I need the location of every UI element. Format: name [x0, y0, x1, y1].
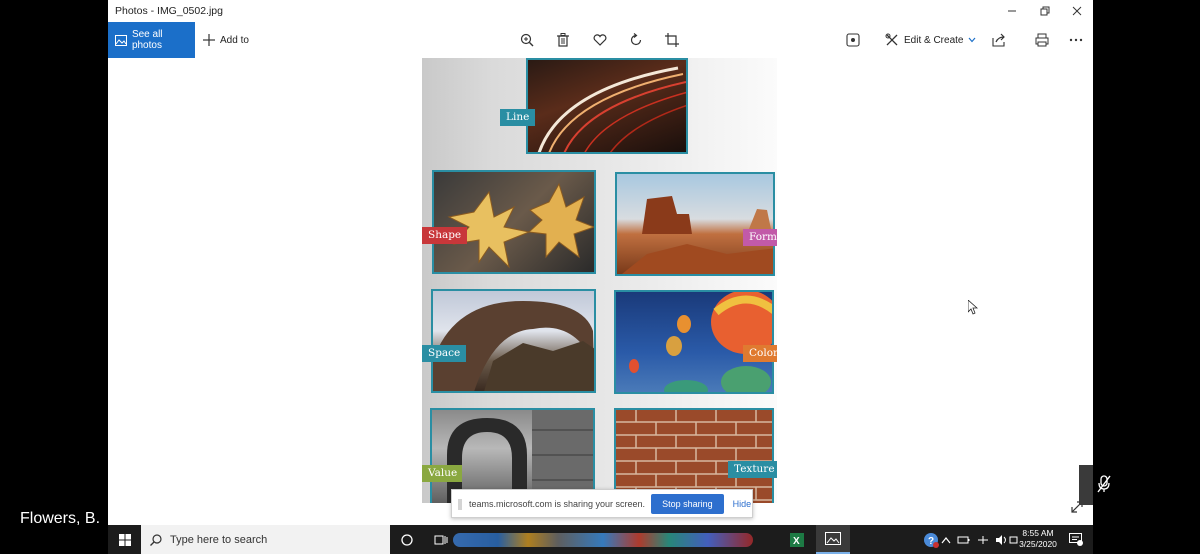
line-tag: Line [500, 109, 536, 126]
printer-icon [1035, 33, 1049, 47]
tray-icons [941, 534, 1018, 545]
taskbar: Type here to search X ? 8:55 AM 3/25/202… [108, 525, 1093, 554]
pinned-apps[interactable] [453, 533, 753, 547]
add-to-button[interactable]: Add to [203, 22, 249, 58]
edit-icon [885, 33, 898, 46]
mic-muted-button[interactable] [1092, 470, 1116, 498]
favorite-button[interactable] [591, 31, 609, 49]
taskbar-search-box[interactable]: Type here to search [141, 525, 390, 554]
more-options-button[interactable] [1067, 31, 1085, 49]
photos-app-icon [825, 532, 841, 545]
stone-arch-illustration [433, 301, 594, 391]
space-image [431, 289, 596, 393]
task-view-icon [434, 535, 448, 544]
enhance-button[interactable] [844, 31, 862, 49]
crop-button[interactable] [663, 31, 681, 49]
restore-button[interactable] [1028, 0, 1062, 22]
photos-app-window: Photos - IMG_0502.jpg See all photos Add… [108, 0, 1093, 525]
cortana-icon [401, 533, 413, 546]
title-bar: Photos - IMG_0502.jpg [108, 0, 1093, 22]
mouse-cursor-icon [968, 300, 978, 315]
print-button[interactable] [1033, 31, 1051, 49]
zoom-button[interactable] [518, 31, 536, 49]
edit-create-button[interactable]: Edit & Create [885, 22, 976, 58]
shape-image [432, 170, 596, 274]
trash-icon [557, 33, 569, 47]
notification-icon [1069, 533, 1083, 546]
screen-sharing-bar: teams.microsoft.com is sharing your scre… [451, 489, 753, 518]
shape-tag: Shape [422, 227, 468, 244]
share-button[interactable] [990, 31, 1008, 49]
photos-taskbar-button[interactable] [816, 525, 850, 554]
leaves-illustration [447, 182, 594, 269]
start-button[interactable] [108, 525, 142, 554]
value-tag: Value [422, 465, 462, 482]
more-icon [1069, 38, 1083, 42]
color-tag: Color [743, 345, 777, 362]
close-button[interactable] [1060, 0, 1093, 22]
edit-create-label: Edit & Create [904, 34, 964, 46]
texture-tag: Texture [728, 461, 777, 478]
delete-button[interactable] [554, 31, 572, 49]
chevron-down-icon [969, 37, 976, 43]
restore-icon [1040, 6, 1050, 16]
photo-icon [115, 34, 127, 46]
add-to-label: Add to [220, 34, 249, 46]
enhance-icon [846, 33, 860, 47]
drag-handle-icon[interactable] [458, 499, 462, 510]
see-all-photos-button[interactable]: See all photos [108, 22, 195, 58]
sharing-message: teams.microsoft.com is sharing your scre… [469, 498, 646, 509]
crop-icon [665, 33, 679, 47]
hide-button[interactable]: Hide [733, 499, 752, 509]
search-placeholder: Type here to search [170, 533, 268, 546]
rotate-icon [630, 33, 642, 46]
color-image [614, 290, 774, 394]
stop-sharing-button[interactable]: Stop sharing [651, 493, 724, 514]
excel-icon: X [790, 532, 804, 547]
zoom-in-icon [520, 33, 534, 47]
hot-air-balloons-illustration [629, 292, 772, 392]
system-tray[interactable] [938, 525, 1018, 554]
mic-off-icon [1097, 475, 1111, 493]
heart-icon [593, 34, 607, 46]
notifications-button[interactable] [1059, 525, 1093, 554]
search-icon [150, 533, 162, 546]
form-tag: Form [743, 229, 777, 246]
excel-button[interactable]: X [780, 525, 814, 554]
see-all-photos-label: See all photos [131, 29, 163, 51]
sidebar-handle [1079, 465, 1093, 505]
space-tag: Space [422, 345, 467, 362]
share-icon [992, 33, 1005, 47]
help-icon: ? [924, 532, 939, 548]
windows-logo-icon [119, 533, 131, 546]
window-title: Photos - IMG_0502.jpg [115, 5, 223, 17]
cortana-button[interactable] [390, 525, 424, 554]
toolbar: See all photos Add to Edit & Create [108, 22, 1093, 58]
light-trails-illustration [537, 66, 686, 152]
rotate-button[interactable] [627, 31, 645, 49]
form-image [615, 172, 775, 276]
line-image [526, 58, 688, 154]
plus-icon [203, 34, 215, 46]
minimize-icon [1008, 10, 1016, 12]
svg-text:X: X [793, 536, 800, 547]
participant-name: Flowers, B. [20, 510, 101, 527]
monument-valley-illustration [622, 196, 773, 274]
close-icon [1072, 6, 1082, 16]
displayed-photo[interactable]: Line Shape Form Space Color Value Textur… [422, 58, 777, 503]
minimize-button[interactable] [995, 0, 1029, 22]
screen-share-view: Photos - IMG_0502.jpg See all photos Add… [0, 0, 1200, 554]
